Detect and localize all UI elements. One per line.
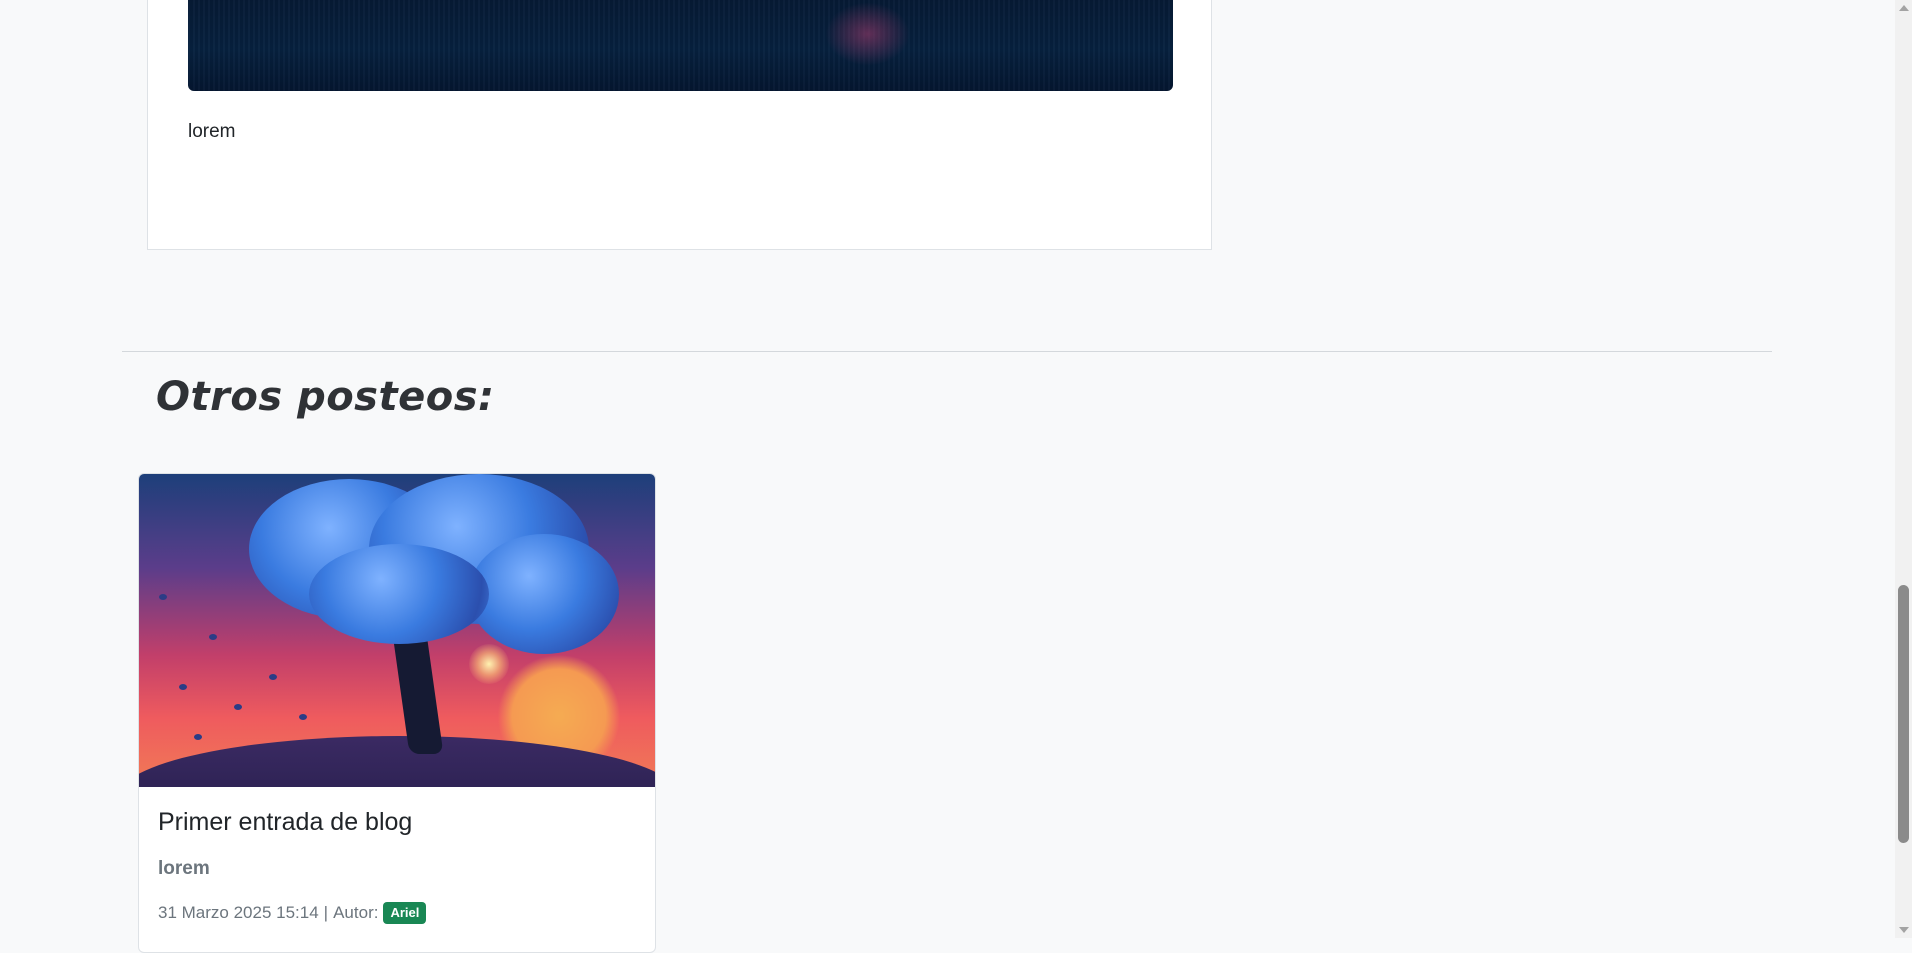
falling-leaf: [194, 734, 202, 740]
falling-leaf: [299, 714, 307, 720]
post-card: lorem: [147, 0, 1212, 250]
hill-shape: [139, 736, 655, 787]
post-image: [188, 0, 1173, 91]
blog-card-title[interactable]: Primer entrada de blog: [158, 808, 636, 837]
vertical-scrollbar[interactable]: [1895, 0, 1912, 938]
falling-leaf: [234, 704, 242, 710]
meta-separator: |: [323, 903, 329, 922]
falling-leaf: [269, 674, 277, 680]
section-divider: [122, 351, 1772, 352]
section-title: Otros posteos:: [156, 374, 495, 420]
post-date: 31 Marzo 2025 15:14: [158, 903, 319, 922]
blog-card-subtitle: lorem: [158, 858, 210, 879]
falling-leaf: [209, 634, 217, 640]
tree-canopy: [469, 534, 619, 654]
blog-card-meta: 31 Marzo 2025 15:14 | Autor: Ariel: [158, 902, 636, 924]
scrollbar-thumb[interactable]: [1898, 585, 1909, 843]
scroll-down-icon[interactable]: [1899, 927, 1909, 933]
author-badge: Ariel: [383, 902, 427, 924]
tree-canopy: [309, 544, 489, 644]
blog-card-image[interactable]: [139, 474, 655, 787]
falling-leaf: [179, 684, 187, 690]
falling-leaf: [159, 594, 167, 600]
sun-glow: [469, 644, 509, 684]
author-label: Autor:: [333, 903, 379, 922]
post-text: lorem: [188, 121, 236, 142]
blog-card[interactable]: Primer entrada de blog lorem 31 Marzo 20…: [138, 473, 656, 953]
scroll-up-icon[interactable]: [1899, 5, 1909, 11]
